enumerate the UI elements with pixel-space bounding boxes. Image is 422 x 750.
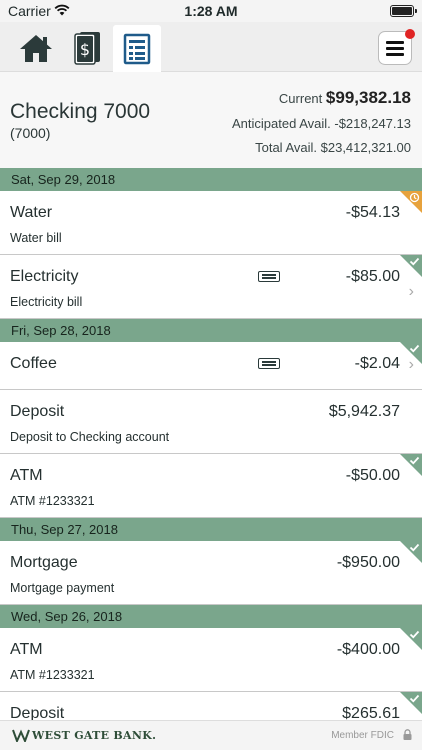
transaction-row[interactable]: Deposit Deposit to Checking account $5,9… xyxy=(0,390,422,454)
transaction-name: Deposit xyxy=(10,705,65,720)
transaction-description: Electricity bill xyxy=(10,295,83,309)
lock-icon xyxy=(403,729,412,740)
transaction-list[interactable]: Sat, Sep 29, 2018 Water Water bill -$54.… xyxy=(0,168,422,720)
checkmark-icon xyxy=(409,257,420,266)
date-header: Wed, Sep 26, 2018 xyxy=(0,605,422,628)
tab-bills[interactable]: $ xyxy=(62,25,110,71)
current-balance-value: $99,382.18 xyxy=(325,88,411,107)
transaction-description: ATM #1233321 xyxy=(10,494,95,508)
memo-icon xyxy=(258,358,280,369)
bank-logo-icon xyxy=(12,729,30,742)
transaction-amount: $265.61 xyxy=(342,705,400,720)
date-header: Fri, Sep 28, 2018 xyxy=(0,319,422,342)
transaction-amount: -$50.00 xyxy=(345,467,400,484)
member-fdic: Member FDIC xyxy=(331,730,394,741)
account-summary: Checking 7000 (7000) Current $99,382.18 … xyxy=(0,72,422,168)
transaction-amount: -$2.04 xyxy=(354,355,400,372)
transaction-row[interactable]: ATM ATM #1233321 -$50.00 xyxy=(0,454,422,518)
home-icon xyxy=(20,35,52,62)
register-icon xyxy=(123,33,151,65)
transaction-description: Deposit to Checking account xyxy=(10,430,170,444)
clock-icon xyxy=(409,192,420,203)
chevron-right-icon: › xyxy=(408,283,414,300)
transaction-row[interactable]: Deposit $265.61 xyxy=(0,692,422,720)
battery-icon xyxy=(390,5,417,17)
tab-bar: $ xyxy=(0,22,422,73)
transaction-description: Water bill xyxy=(10,231,62,245)
transaction-row[interactable]: ATM ATM #1233321 -$400.00 xyxy=(0,628,422,692)
transaction-name: Water xyxy=(10,204,53,221)
clock: 1:28 AM xyxy=(184,3,238,19)
transaction-description: Mortgage payment xyxy=(10,581,115,595)
checkmark-icon xyxy=(409,630,420,639)
svg-text:$: $ xyxy=(80,40,90,59)
notification-dot xyxy=(405,29,415,39)
transaction-amount: -$54.13 xyxy=(345,204,400,221)
transaction-amount: -$400.00 xyxy=(336,641,400,658)
transaction-amount: -$85.00 xyxy=(345,268,400,285)
transaction-row[interactable]: Mortgage Mortgage payment -$950.00 xyxy=(0,541,422,605)
checkmark-icon xyxy=(409,543,420,552)
tab-register[interactable] xyxy=(113,25,161,73)
account-name: Checking 7000 xyxy=(10,100,151,123)
transaction-name: Coffee xyxy=(10,355,57,372)
checkmark-icon xyxy=(409,694,420,703)
memo-icon xyxy=(258,271,280,282)
transaction-row[interactable]: Coffee -$2.04 › xyxy=(0,342,422,390)
checkmark-icon xyxy=(409,344,420,353)
menu-button[interactable] xyxy=(378,29,415,65)
total-balance: Total Avail. $23,412,321.00 xyxy=(255,140,411,155)
current-balance: Current $99,382.18 xyxy=(279,88,411,108)
transaction-name: ATM xyxy=(10,641,43,658)
date-header: Sat, Sep 29, 2018 xyxy=(0,168,422,191)
account-number: (7000) xyxy=(10,125,51,141)
transaction-description: ATM #1233321 xyxy=(10,668,95,682)
status-bar: Carrier 1:28 AM xyxy=(0,0,422,22)
bank-brand: WEST GATE BANK. xyxy=(32,729,157,742)
transaction-name: Mortgage xyxy=(10,554,78,571)
transaction-name: ATM xyxy=(10,467,43,484)
transaction-row[interactable]: Electricity Electricity bill -$85.00 › xyxy=(0,255,422,319)
current-balance-label: Current xyxy=(278,91,323,106)
transaction-name: Electricity xyxy=(10,268,79,285)
footer: WEST GATE BANK. Member FDIC xyxy=(0,720,422,750)
anticipated-balance: Anticipated Avail. -$218,247.13 xyxy=(231,116,411,131)
transaction-amount: -$950.00 xyxy=(336,554,400,571)
hamburger-icon xyxy=(386,41,404,56)
transaction-row[interactable]: Water Water bill -$54.13 xyxy=(0,191,422,255)
date-header: Thu, Sep 27, 2018 xyxy=(0,518,422,541)
transaction-name: Deposit xyxy=(10,403,65,420)
transaction-amount: $5,942.37 xyxy=(328,403,400,420)
dollar-cards-icon: $ xyxy=(74,32,100,65)
tab-home[interactable] xyxy=(12,25,60,71)
checkmark-icon xyxy=(409,456,420,465)
